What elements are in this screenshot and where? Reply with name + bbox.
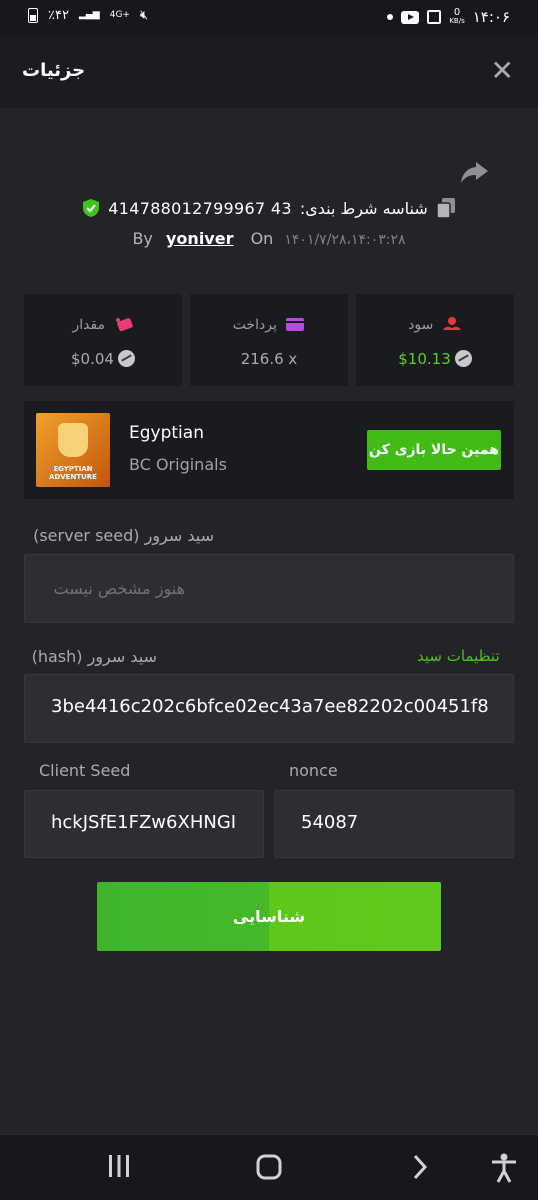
bet-icon (115, 318, 133, 332)
accessibility-icon[interactable] (490, 1153, 518, 1183)
bet-id-label: شناسه شرط بندی: (299, 198, 428, 218)
clock: ۱۴:۰۶ (472, 8, 510, 26)
stats-row: مقدار $0.04 پرداخت 216.6 x سود $10.13 (24, 294, 514, 386)
status-bar: ٪۴۲ ▂▄▆ 4G+ 🔇︎ 0 KB/s ۱۴:۰۶ (0, 0, 538, 36)
play-now-button[interactable]: همین حالا بازی کن (367, 430, 501, 470)
hash-field[interactable]: 3be4416c202c6bfce02ec43a7ee82202c00451f8 (24, 674, 514, 743)
close-icon[interactable]: ✕ (491, 54, 514, 87)
coin-icon (454, 350, 472, 367)
copy-icon[interactable] (435, 197, 456, 219)
header: جزئیات ✕ (0, 36, 538, 108)
verified-shield-icon (83, 199, 100, 217)
server-seed-value: هنوز مشخص نیست (53, 579, 185, 598)
bet-date: ۱۴۰۱/۷/۲۸،۱۴:۰۳:۲۸ (284, 232, 406, 248)
notification-dot-icon (387, 14, 394, 20)
stat-amount: مقدار $0.04 (24, 294, 182, 386)
mute-icon: 🔇︎ (139, 8, 149, 23)
hash-value: 3be4416c202c6bfce02ec43a7ee82202c00451f8 (51, 696, 489, 717)
stat-amount-value: $0.04 (24, 350, 182, 368)
client-seed-field[interactable]: hckJSfE1FZw6XHNGI (24, 790, 264, 858)
game-provider: BC Originals (129, 455, 227, 474)
stat-amount-label: مقدار (24, 316, 182, 333)
status-left: ٪۴۲ ▂▄▆ 4G+ 🔇︎ (28, 8, 148, 23)
home-icon[interactable] (255, 1153, 283, 1181)
nonce-field[interactable]: 54087 (274, 790, 514, 858)
client-seed-value: hckJSfE1FZw6XHNGI (51, 812, 237, 833)
coin-icon (117, 350, 135, 367)
profit-icon (442, 317, 461, 330)
stat-profit: سود $10.13 (356, 294, 514, 386)
by-label: By (132, 229, 153, 248)
signal-icon: ▂▄▆ (78, 10, 100, 20)
client-seed-label: Client Seed (39, 761, 131, 780)
stat-payout-label: پرداخت (190, 316, 348, 333)
game-thumbnail[interactable]: EGYPTIAN ADVENTURE (36, 413, 110, 487)
server-seed-field[interactable]: هنوز مشخص نیست (24, 554, 514, 623)
game-card: EGYPTIAN ADVENTURE Egyptian BC Originals… (24, 401, 514, 499)
verify-button[interactable]: شناسایی (97, 882, 441, 951)
bet-author-row: By yoniver On ۱۴۰۱/۷/۲۸،۱۴:۰۳:۲۸ (0, 229, 538, 248)
network-type: 4G+ (109, 10, 130, 20)
status-right: 0 KB/s ۱۴:۰۶ (387, 8, 510, 26)
pharaoh-icon (58, 423, 88, 457)
game-name: Egyptian (129, 423, 204, 443)
nonce-value: 54087 (301, 812, 359, 833)
page-title: جزئیات (22, 60, 86, 81)
recent-apps-icon[interactable] (106, 1153, 132, 1179)
share-icon[interactable] (458, 156, 490, 188)
back-icon[interactable] (410, 1153, 430, 1181)
game-thumbnail-text: EGYPTIAN ADVENTURE (49, 465, 97, 481)
seed-settings-link[interactable]: تنظیمات سید (417, 647, 500, 665)
card-icon (286, 318, 305, 331)
server-seed-label: سید سرور (server seed) (33, 526, 214, 545)
username-link[interactable]: yoniver (166, 229, 233, 248)
battery-icon (28, 8, 38, 23)
bet-id: 414788012799967 43 (108, 198, 292, 218)
stat-profit-value: $10.13 (356, 350, 514, 368)
hash-label: سید سرور (hash) (31, 647, 157, 666)
stat-payout-value: 216.6 x (240, 350, 298, 368)
nonce-label: nonce (289, 761, 338, 780)
system-nav-bar (0, 1134, 538, 1200)
battery-level: ٪۴۲ (48, 8, 69, 23)
youtube-icon (401, 10, 420, 24)
stat-profit-label: سود (356, 316, 514, 333)
gallery-icon (427, 10, 442, 24)
bet-id-row: 414788012799967 43 شناسه شرط بندی: (0, 196, 538, 220)
net-speed: 0 KB/s (449, 7, 465, 26)
stat-payout: پرداخت 216.6 x (190, 294, 348, 386)
on-label: On (250, 229, 274, 248)
